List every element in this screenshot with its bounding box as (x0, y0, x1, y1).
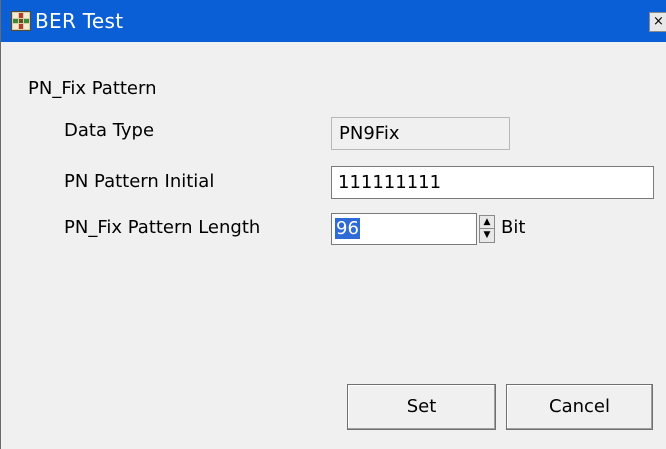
pn-pattern-initial-input[interactable]: 111111111 (331, 166, 654, 199)
length-unit-label: Bit (501, 217, 526, 238)
ber-test-dialog: BER Test × PN_Fix Pattern Data Type PN9F… (0, 0, 666, 449)
ber-test-app-icon[interactable] (11, 11, 31, 31)
spin-down-icon[interactable]: ▼ (480, 229, 494, 242)
pn-pattern-initial-label: PN Pattern Initial (64, 171, 215, 192)
spin-up-icon[interactable]: ▲ (480, 216, 494, 229)
data-type-field: PN9Fix (331, 117, 510, 150)
pn-fix-pattern-length-input[interactable]: 96 (331, 213, 477, 245)
cancel-button[interactable]: Cancel (506, 384, 653, 430)
title-bar[interactable]: BER Test × (1, 0, 666, 42)
close-icon[interactable]: × (649, 12, 666, 32)
window-title: BER Test (35, 9, 124, 33)
pn-fix-pattern-length-label: PN_Fix Pattern Length (64, 217, 261, 238)
data-type-label: Data Type (64, 120, 155, 141)
set-button[interactable]: Set (347, 384, 496, 430)
pn-fix-pattern-length-value: 96 (335, 218, 360, 239)
length-spinner[interactable]: ▲ ▼ (479, 215, 495, 243)
section-title: PN_Fix Pattern (28, 78, 157, 99)
